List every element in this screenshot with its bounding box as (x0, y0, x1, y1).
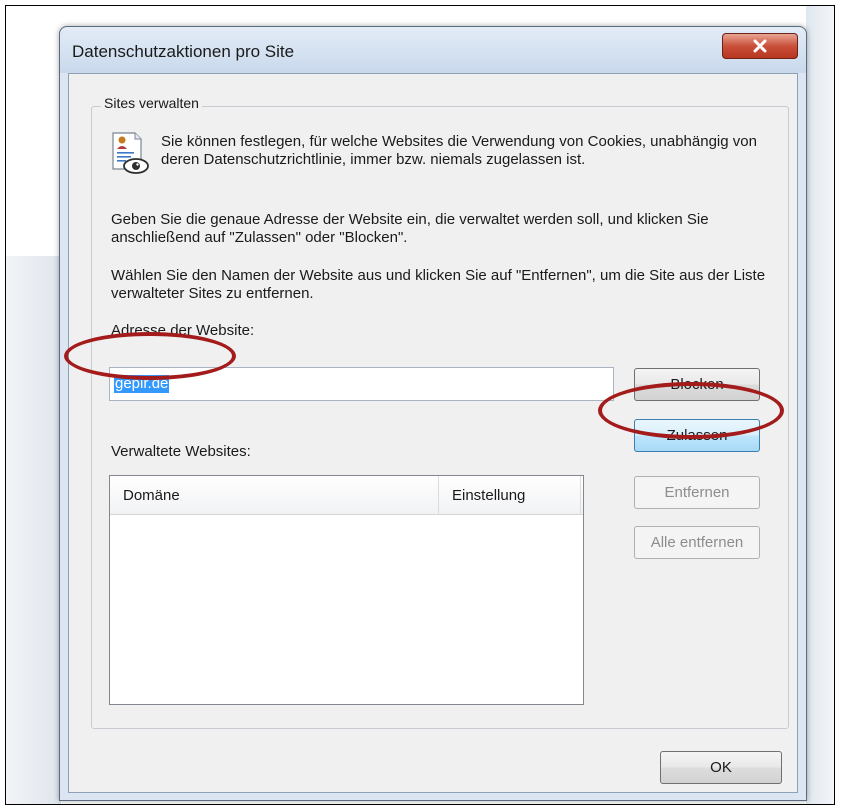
background-window-edge (6, 256, 61, 804)
remove-button-label: Entfernen (664, 484, 730, 501)
instruction-text: Wählen Sie den Namen der Website aus und… (111, 267, 766, 302)
column-divider[interactable] (438, 476, 439, 514)
column-header-setting[interactable]: Einstellung (452, 487, 525, 504)
annotation-ellipse-address (64, 332, 236, 380)
managed-sites-label: Verwaltete Websites: (111, 443, 251, 460)
ok-button[interactable]: OK (660, 751, 782, 784)
intro-text: Sie können festlegen, für welche Website… (161, 133, 757, 168)
remove-button[interactable]: Entfernen (634, 476, 760, 509)
close-button[interactable] (722, 33, 798, 59)
dialog-title: Datenschutzaktionen pro Site (72, 42, 295, 61)
remove-all-button[interactable]: Alle entfernen (634, 526, 760, 559)
instruction-text: Geben Sie die genaue Adresse der Website… (111, 211, 709, 246)
group-label: Sites verwalten (101, 95, 202, 111)
managed-sites-list[interactable]: Domäne Einstellung (109, 475, 584, 705)
column-divider[interactable] (580, 476, 581, 514)
column-header-domain[interactable]: Domäne (123, 487, 180, 504)
remove-all-button-label: Alle entfernen (650, 534, 744, 551)
list-header: Domäne Einstellung (110, 476, 583, 515)
screenshot-frame: Datenschutzaktionen pro Site Sites verwa… (5, 5, 835, 805)
ok-button-label: OK (710, 759, 732, 776)
privacy-document-icon (112, 132, 149, 174)
title-bar[interactable]: Datenschutzaktionen pro Site (60, 27, 806, 73)
background-window-edge (806, 6, 834, 804)
close-icon (753, 39, 767, 53)
annotation-ellipse-allow (598, 382, 784, 439)
